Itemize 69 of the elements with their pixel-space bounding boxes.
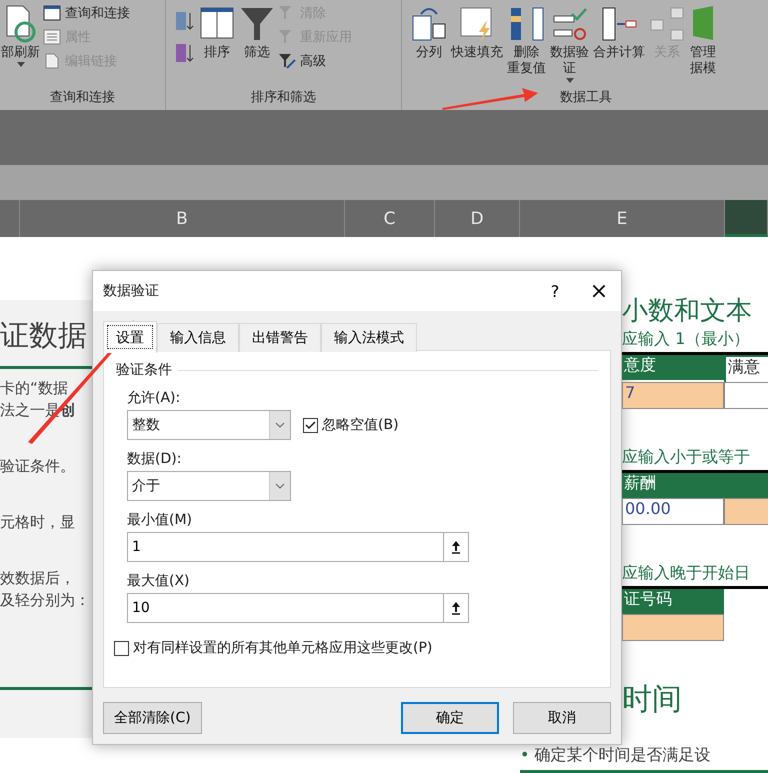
ribbon-button[interactable]: 部刷新: [0, 4, 41, 67]
tab[interactable]: 输入法模式: [321, 323, 417, 352]
list-icon: [43, 29, 61, 45]
ribbon-button[interactable]: 合并计算: [592, 4, 646, 61]
ribbon-button[interactable]: 分列: [410, 4, 448, 61]
field-label: 最小值(M): [127, 511, 194, 529]
sheet-caption: 应输入小于或等于: [622, 447, 751, 468]
ribbon-button[interactable]: 数据验 证: [549, 4, 590, 83]
dialog-button[interactable]: 确定: [401, 702, 499, 734]
dialog-button[interactable]: 全部清除(C): [103, 702, 202, 734]
group-label: 验证条件: [116, 361, 172, 379]
tab[interactable]: 输入信息: [157, 323, 239, 352]
tab[interactable]: 出错警告: [239, 323, 321, 352]
sheet-text: 验证条件。: [0, 456, 76, 477]
table-cell: 00.00: [622, 498, 724, 525]
ribbon-button[interactable]: 排序: [198, 4, 236, 61]
sort-descending-icon: [174, 42, 196, 64]
field-label: 允许(A):: [127, 389, 182, 407]
sheet-text: 效数据后，: [0, 568, 76, 589]
sheet-text: 卡的“数据: [0, 378, 69, 399]
sort-ascending-icon: [174, 10, 196, 32]
dropdown[interactable]: 整数: [127, 410, 291, 440]
group-label: 查询和连接: [50, 89, 115, 107]
checkbox-label: 对有同样设置的所有其他单元格应用这些更改(P): [133, 639, 432, 657]
filter-pencil-icon: [278, 53, 296, 69]
chevron-icon: [275, 422, 285, 428]
ribbon-button[interactable]: 查询和连接: [43, 4, 130, 22]
sheet-heading: 时间: [622, 681, 683, 719]
help-button[interactable]: ?: [533, 280, 577, 302]
bullet: •: [520, 745, 530, 764]
range-picker-button[interactable]: [443, 593, 469, 623]
tab[interactable]: 设置: [103, 321, 157, 353]
checkbox-label: 忽略空值(B): [322, 416, 399, 434]
upload-arrow-icon: [451, 540, 461, 554]
close-button[interactable]: ×: [577, 278, 621, 304]
column-header[interactable]: [725, 200, 768, 237]
table-header-cell: 证号码: [622, 589, 724, 614]
field-label: 数据(D):: [127, 450, 182, 468]
table-cell: 7: [622, 382, 724, 409]
group-label: 数据工具: [560, 89, 612, 107]
dialog-title: 数据验证: [103, 282, 160, 300]
ribbon-button[interactable]: 筛选: [238, 4, 276, 61]
dropdown[interactable]: 介于: [127, 471, 291, 501]
table-header-cell: 薪酬: [622, 473, 768, 498]
table-header-cell: 满意: [724, 355, 768, 382]
checkbox[interactable]: [114, 640, 129, 656]
table-header-cell: 意度: [622, 355, 724, 380]
sheet-text: 及轻分别为：: [0, 590, 91, 611]
sheet-caption: 应输入晚于开始日: [622, 563, 751, 584]
sheet-heading: 小数和文本: [622, 295, 752, 328]
ribbon-button[interactable]: 删除 重复值: [506, 4, 547, 77]
group-label: 排序和筛选: [251, 89, 316, 107]
upload-arrow-icon: [451, 601, 461, 615]
sheet-caption: 应输入 1（最小）: [622, 329, 750, 350]
sheet-text: 元格时，显: [0, 512, 76, 533]
checkbox[interactable]: [303, 418, 318, 432]
dialog-button[interactable]: 取消: [513, 702, 611, 734]
link-icon: [43, 53, 61, 69]
input-field[interactable]: 1: [127, 532, 443, 562]
ribbon-button[interactable]: 快速填充: [450, 4, 504, 61]
input-field[interactable]: 10: [127, 593, 443, 623]
chevron-icon: [275, 483, 285, 489]
sheet-title: 证数据: [0, 317, 88, 354]
range-picker-button[interactable]: [443, 532, 469, 562]
ribbon-button[interactable]: 管理 据模: [688, 4, 718, 77]
sheet-text: 确定某个时间是否满足设: [534, 745, 711, 764]
field-label: 最大值(X): [127, 572, 191, 590]
table-icon: [43, 5, 61, 21]
ribbon-button[interactable]: 高级: [278, 52, 352, 70]
